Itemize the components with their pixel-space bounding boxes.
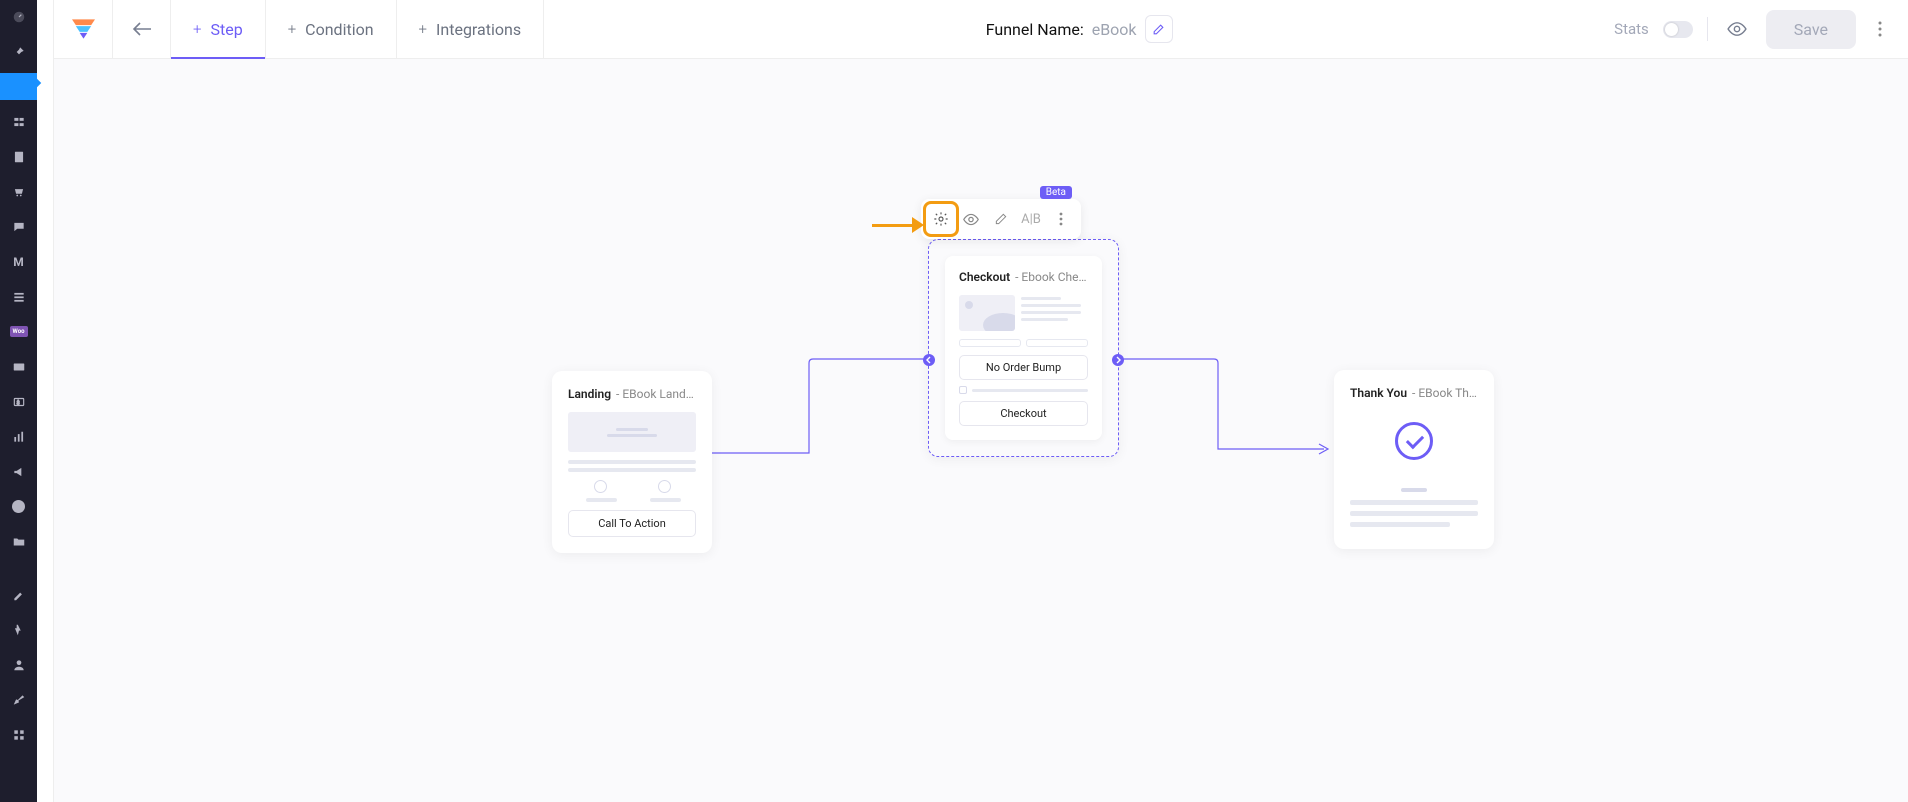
landing-text-placeholder bbox=[568, 460, 696, 472]
sidebar-list-icon[interactable] bbox=[0, 283, 37, 310]
node-sub: - EBook Landing bbox=[616, 387, 696, 401]
sidebar-forms-icon[interactable] bbox=[0, 108, 37, 135]
sidebar-analytics-icon[interactable] bbox=[0, 423, 37, 450]
tab-label: Integrations bbox=[436, 20, 521, 39]
sidebar-funnel-icon[interactable] bbox=[0, 73, 37, 100]
back-button[interactable] bbox=[113, 0, 171, 59]
sidebar-settings-icon[interactable] bbox=[0, 721, 37, 748]
node-landing[interactable]: Landing - EBook Landing Call To Action bbox=[552, 371, 712, 553]
sidebar-tools-icon[interactable] bbox=[0, 686, 37, 713]
divider bbox=[1707, 17, 1708, 41]
node-type: Landing bbox=[568, 387, 611, 401]
node-thankyou[interactable]: Thank You - EBook Thank Y… bbox=[1334, 370, 1494, 549]
checkout-checkbox-row bbox=[959, 386, 1088, 394]
tab-label: Step bbox=[210, 20, 242, 39]
node-sub: - EBook Thank Y… bbox=[1412, 386, 1478, 400]
sidebar-pages-icon[interactable] bbox=[0, 143, 37, 170]
landing-feature-placeholder bbox=[568, 480, 696, 493]
thankyou-placeholder bbox=[1401, 488, 1427, 492]
node-type: Checkout bbox=[959, 270, 1010, 284]
order-bump-button: No Order Bump bbox=[959, 355, 1088, 380]
sidebar-plugins-icon[interactable] bbox=[0, 616, 37, 643]
plus-icon: + bbox=[193, 20, 201, 38]
landing-hero-placeholder bbox=[568, 412, 696, 452]
sidebar-users-icon[interactable] bbox=[0, 651, 37, 678]
svg-text:$: $ bbox=[16, 399, 19, 406]
node-edit-button[interactable] bbox=[986, 204, 1016, 234]
sidebar-pin-icon[interactable] bbox=[0, 38, 37, 65]
funnel-name-label: Funnel Name: bbox=[986, 20, 1084, 39]
sidebar-collapse-strip[interactable] bbox=[37, 0, 54, 802]
beta-badge: Beta bbox=[1040, 186, 1072, 199]
stats-toggle[interactable] bbox=[1663, 21, 1693, 38]
sidebar-commerce-icon[interactable] bbox=[0, 178, 37, 205]
checkout-fields-placeholder bbox=[959, 339, 1088, 347]
funnel-canvas[interactable]: Landing - EBook Landing Call To Action C… bbox=[54, 59, 1908, 802]
node-checkout[interactable]: Checkout - Ebook Checkout No Order Bump … bbox=[928, 239, 1119, 457]
node-sub: - Ebook Checkout bbox=[1015, 270, 1088, 284]
wp-admin-sidebar: M Woo $ bbox=[0, 0, 37, 802]
app-logo[interactable] bbox=[54, 0, 113, 59]
tab-condition[interactable]: + Condition bbox=[266, 0, 397, 59]
edit-name-button[interactable] bbox=[1145, 15, 1173, 43]
node-settings-button[interactable] bbox=[926, 204, 956, 234]
annotation-arrow bbox=[872, 217, 924, 233]
node-ab-test-button[interactable]: A|B bbox=[1016, 204, 1046, 234]
sidebar-folder-icon[interactable] bbox=[0, 528, 37, 555]
sidebar-marketing-icon[interactable] bbox=[0, 458, 37, 485]
stats-label: Stats bbox=[1614, 20, 1649, 38]
app-header: + Step + Condition + Integrations Funnel Na… bbox=[54, 0, 1908, 59]
node-port-out[interactable] bbox=[1112, 354, 1124, 366]
node-port-in[interactable] bbox=[923, 354, 935, 366]
sidebar-appearance-icon[interactable] bbox=[0, 581, 37, 608]
node-type: Thank You bbox=[1350, 386, 1407, 400]
node-more-button[interactable] bbox=[1046, 204, 1076, 234]
tab-integrations[interactable]: + Integrations bbox=[397, 0, 545, 59]
thankyou-lines-placeholder bbox=[1350, 500, 1478, 527]
funnel-name-value: eBook bbox=[1092, 20, 1137, 39]
sidebar-woo-icon[interactable]: Woo bbox=[0, 318, 37, 345]
checkout-button: Checkout bbox=[959, 401, 1088, 426]
sidebar-card-icon[interactable] bbox=[0, 353, 37, 380]
sidebar-payment-icon[interactable]: $ bbox=[0, 388, 37, 415]
save-button[interactable]: Save bbox=[1766, 10, 1856, 49]
checkout-product-placeholder bbox=[959, 295, 1088, 331]
landing-cta-button: Call To Action bbox=[568, 510, 696, 537]
tab-label: Condition bbox=[305, 20, 373, 39]
node-toolbar: Beta A|B bbox=[921, 199, 1081, 239]
tab-step[interactable]: + Step bbox=[171, 0, 266, 59]
plus-icon: + bbox=[288, 20, 296, 38]
check-circle-icon bbox=[1395, 422, 1433, 460]
plus-icon: + bbox=[419, 20, 427, 38]
sidebar-comments-icon[interactable] bbox=[0, 213, 37, 240]
sidebar-dashboard-icon[interactable] bbox=[0, 3, 37, 30]
sidebar-m-icon[interactable]: M bbox=[0, 248, 37, 275]
preview-button[interactable] bbox=[1722, 14, 1752, 44]
sidebar-elementor-icon[interactable] bbox=[0, 493, 37, 520]
node-view-button[interactable] bbox=[956, 204, 986, 234]
header-more-button[interactable] bbox=[1870, 14, 1890, 44]
